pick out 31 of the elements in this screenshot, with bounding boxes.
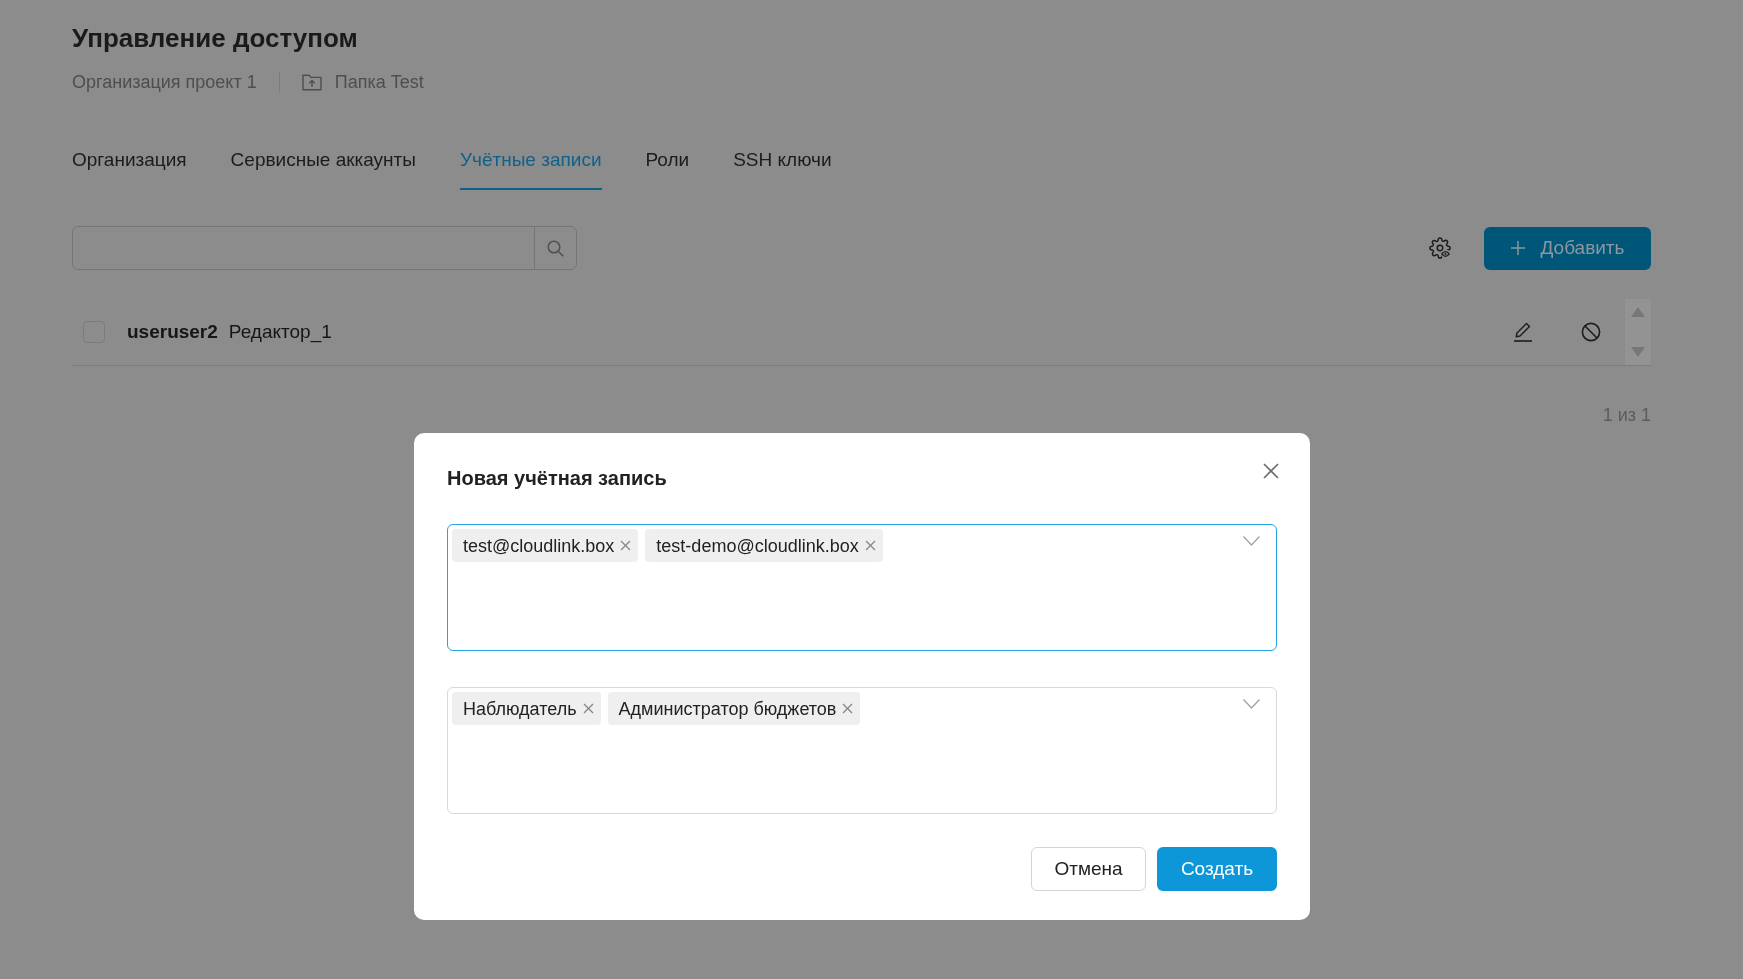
close-icon[interactable] xyxy=(1263,463,1279,479)
folder-icon xyxy=(301,73,322,91)
user-name: useruser2 xyxy=(127,320,218,344)
plus-icon xyxy=(1510,241,1525,255)
user-role: Редактор_1 xyxy=(228,320,332,344)
tab[interactable]: Сервисные аккаунты xyxy=(230,148,416,190)
tab[interactable]: Организация xyxy=(72,148,187,190)
tag-text: Наблюдатель xyxy=(463,697,577,721)
email-select-field[interactable]: test@cloudlink.box test-demo@cloudlink.box xyxy=(447,524,1277,651)
close-icon[interactable] xyxy=(842,703,854,714)
edit-icon[interactable] xyxy=(1513,322,1533,342)
tag-text: test@cloudlink.box xyxy=(463,534,615,558)
tag-text: Администратор бюджетов xyxy=(618,697,837,721)
create-button[interactable]: Создать xyxy=(1157,847,1277,891)
close-icon[interactable] xyxy=(864,540,876,551)
cancel-button[interactable]: Отмена xyxy=(1031,847,1146,891)
page-title: Управление доступом xyxy=(72,22,358,54)
dialog-title: Новая учётная запись xyxy=(447,466,667,491)
tag-text: test-demo@cloudlink.box xyxy=(656,534,859,558)
settings-icon[interactable] xyxy=(1429,237,1451,259)
close-icon[interactable] xyxy=(582,703,594,714)
chevron-down-icon[interactable] xyxy=(1243,699,1260,709)
block-icon[interactable] xyxy=(1581,322,1601,342)
add-button[interactable]: Добавить xyxy=(1484,226,1651,270)
chevron-down-icon[interactable] xyxy=(1243,536,1260,546)
tab[interactable]: SSH ключи xyxy=(733,148,832,190)
search-icon xyxy=(547,239,564,257)
close-icon[interactable] xyxy=(620,540,632,551)
role-select-field[interactable]: Наблюдатель Администратор бюджетов xyxy=(447,687,1277,814)
tab[interactable]: Роли xyxy=(645,148,690,190)
search-button[interactable] xyxy=(534,226,577,270)
